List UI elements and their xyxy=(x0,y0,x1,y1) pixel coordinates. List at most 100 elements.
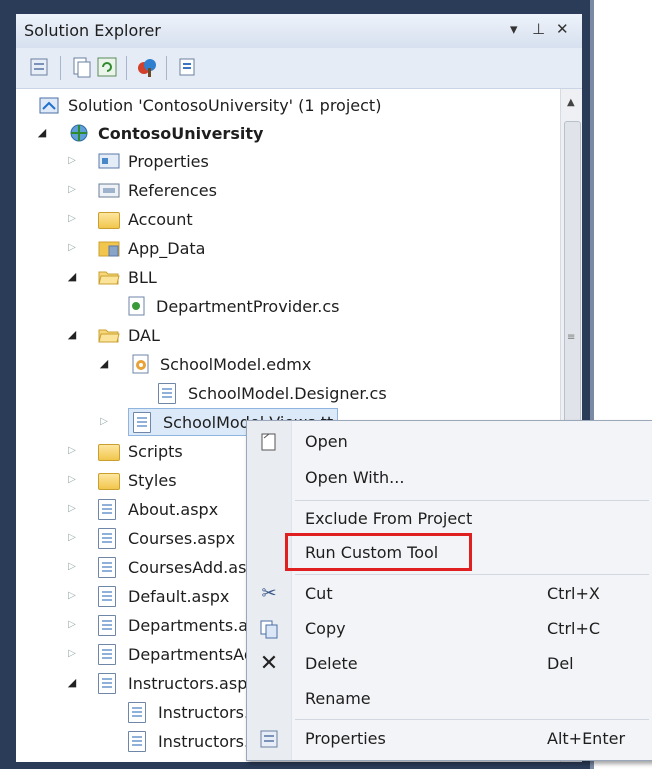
edmx-file-icon xyxy=(130,354,152,374)
template-file-icon xyxy=(133,412,155,433)
menu-item-cut[interactable]: ✂ Cut Ctrl+X xyxy=(247,577,652,611)
tree-node-department-provider[interactable]: DepartmentProvider.cs xyxy=(126,292,339,320)
collapse-arrow-icon[interactable]: ◢ xyxy=(66,329,78,341)
close-icon[interactable]: ✕ xyxy=(556,20,569,38)
tree-node-departments[interactable]: ▷ Departments.aspx xyxy=(66,611,276,639)
menu-item-open[interactable]: Open xyxy=(247,425,652,459)
tree-node-bll[interactable]: ◢ BLL xyxy=(66,263,157,291)
tree-node-solution[interactable]: Solution 'ContosoUniversity' (1 project) xyxy=(38,91,381,119)
collapse-arrow-icon[interactable]: ◢ xyxy=(66,677,78,689)
data-folder-icon xyxy=(98,238,120,258)
menu-item-open-with[interactable]: Open With... xyxy=(247,461,652,495)
tree-node-references[interactable]: ▷ References xyxy=(66,176,217,204)
tree-label: About.aspx xyxy=(128,499,219,519)
menu-separator xyxy=(295,500,649,501)
aspx-file-icon xyxy=(98,528,120,549)
collapse-arrow-icon[interactable]: ◢ xyxy=(98,358,110,370)
folder-icon xyxy=(98,441,120,461)
expand-arrow-icon[interactable]: ▷ xyxy=(98,416,110,428)
tree-node-app-data[interactable]: ▷ App_Data xyxy=(66,234,205,262)
tree-label: Default.aspx xyxy=(128,586,230,606)
tree-node-project[interactable]: ◢ ContosoUniversity xyxy=(36,119,264,147)
expand-arrow-icon[interactable]: ▷ xyxy=(66,590,78,602)
tree-node-courses[interactable]: ▷ Courses.aspx xyxy=(66,524,235,552)
tree-label: Styles xyxy=(128,470,177,490)
folder-icon xyxy=(98,470,120,490)
expand-arrow-icon[interactable]: ▷ xyxy=(66,242,78,254)
scroll-up-icon[interactable]: ▲ xyxy=(567,97,575,108)
dropdown-icon[interactable]: ▾ xyxy=(510,20,518,38)
tree-node-styles[interactable]: ▷ Styles xyxy=(66,466,177,494)
menu-separator xyxy=(295,719,649,720)
tree-node-about[interactable]: ▷ About.aspx xyxy=(66,495,218,523)
code-file-icon xyxy=(128,702,150,723)
tree-node-instructors[interactable]: ◢ Instructors.aspx xyxy=(66,669,257,697)
aspx-file-icon xyxy=(98,557,120,578)
menu-item-exclude-from-project[interactable]: Exclude From Project xyxy=(247,502,652,536)
grip-icon: ≡ xyxy=(567,332,576,343)
code-file-icon xyxy=(128,731,150,752)
menu-item-rename[interactable]: Rename xyxy=(247,682,652,716)
scissors-icon: ✂ xyxy=(261,583,277,604)
aspx-file-icon xyxy=(98,615,120,636)
collapse-arrow-icon[interactable]: ◢ xyxy=(36,127,48,139)
tree-label: DAL xyxy=(128,325,160,345)
properties-icon[interactable] xyxy=(28,56,50,78)
toolbar-separator xyxy=(60,56,61,80)
tree-label: References xyxy=(128,180,217,200)
expand-arrow-icon[interactable]: ▷ xyxy=(66,648,78,660)
expand-arrow-icon[interactable]: ▷ xyxy=(66,619,78,631)
project-label: ContosoUniversity xyxy=(98,123,264,143)
expand-arrow-icon[interactable]: ▷ xyxy=(66,155,78,167)
refresh-icon[interactable] xyxy=(96,56,118,78)
tree-label: DepartmentProvider.cs xyxy=(156,296,340,316)
tree-label: Instructors.aspx xyxy=(128,673,257,693)
tree-node-dal[interactable]: ◢ DAL xyxy=(66,321,160,349)
shortcut-copy: Ctrl+C xyxy=(547,619,601,638)
delete-icon: ✕ xyxy=(259,651,279,676)
window-title: Solution Explorer xyxy=(24,21,161,40)
tree-node-account[interactable]: ▷ Account xyxy=(66,205,193,233)
tree-label: Properties xyxy=(128,151,209,171)
tree-label: App_Data xyxy=(128,238,206,258)
copy-icon xyxy=(259,619,279,639)
expand-arrow-icon[interactable]: ▷ xyxy=(66,503,78,515)
expand-arrow-icon[interactable]: ▷ xyxy=(66,445,78,457)
shortcut-properties: Alt+Enter xyxy=(547,729,626,748)
aspx-file-icon xyxy=(98,644,120,665)
tree-node-schoolmodel-designer[interactable]: SchoolModel.Designer.cs xyxy=(158,379,387,407)
properties-icon xyxy=(259,729,279,749)
folder-icon xyxy=(98,209,120,229)
open-folder-icon xyxy=(98,267,120,287)
tree-node-default[interactable]: ▷ Default.aspx xyxy=(66,582,229,610)
tree-label: SchoolModel.Designer.cs xyxy=(188,383,387,403)
solution-icon xyxy=(38,95,60,115)
view-code-icon[interactable] xyxy=(176,56,198,78)
menu-separator xyxy=(295,574,649,575)
tree-node-schoolmodel-edmx[interactable]: ◢ SchoolModel.edmx xyxy=(98,350,311,378)
tree-node-courses-add[interactable]: ▷ CoursesAdd.aspx xyxy=(66,553,266,581)
collapse-arrow-icon[interactable]: ◢ xyxy=(66,271,78,283)
tree-node-properties[interactable]: ▷ Properties xyxy=(66,147,209,175)
expand-arrow-icon[interactable]: ▷ xyxy=(66,532,78,544)
expand-arrow-icon[interactable]: ▷ xyxy=(66,184,78,196)
expand-arrow-icon[interactable]: ▷ xyxy=(66,474,78,486)
expand-arrow-icon[interactable]: ▷ xyxy=(66,561,78,573)
properties-folder-icon xyxy=(98,151,120,171)
tree-label: Account xyxy=(128,209,193,229)
pin-icon[interactable]: ⊥ xyxy=(532,20,545,38)
solution-label: Solution 'ContosoUniversity' (1 project) xyxy=(68,95,382,115)
solution-explorer-titlebar: Solution Explorer ▾ ⊥ ✕ xyxy=(16,14,582,49)
aspx-file-icon xyxy=(98,586,120,607)
menu-item-properties[interactable]: Properties Alt+Enter xyxy=(247,722,652,756)
show-all-files-icon[interactable] xyxy=(70,56,92,78)
tree-node-scripts[interactable]: ▷ Scripts xyxy=(66,437,183,465)
references-icon xyxy=(98,180,120,200)
aspx-file-icon xyxy=(98,673,120,694)
view-class-diagram-icon[interactable] xyxy=(136,56,158,78)
shortcut-delete: Del xyxy=(547,654,574,673)
code-file-icon xyxy=(158,383,180,404)
menu-item-delete[interactable]: ✕ Delete Del xyxy=(247,647,652,681)
menu-item-copy[interactable]: Copy Ctrl+C xyxy=(247,612,652,646)
expand-arrow-icon[interactable]: ▷ xyxy=(66,213,78,225)
